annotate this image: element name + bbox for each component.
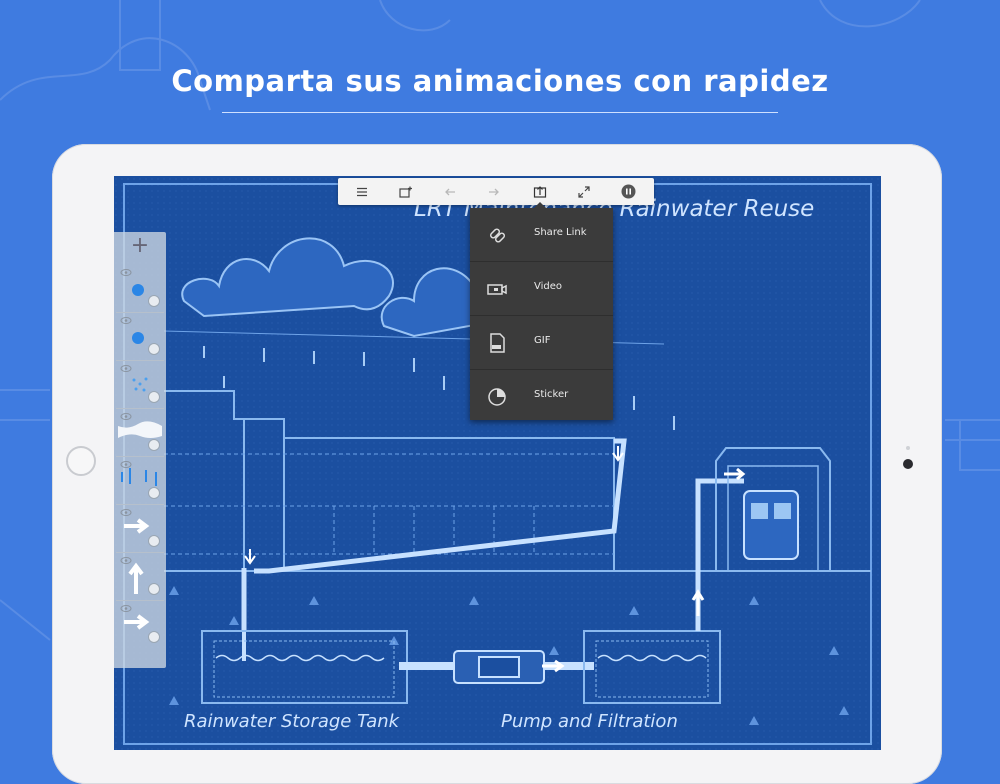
layer-type-icon: [148, 295, 160, 307]
gif-label: GIF: [534, 335, 551, 346]
layer-type-icon: [148, 583, 160, 595]
layer-item[interactable]: [116, 410, 164, 457]
redo-button[interactable]: [474, 178, 514, 205]
tablet-camera: [903, 459, 913, 469]
layer-item[interactable]: [116, 506, 164, 553]
layer-type-icon: [148, 391, 160, 403]
sticker-label: Sticker: [534, 389, 569, 400]
layer-type-icon: [148, 631, 160, 643]
share-link-label: Share Link: [534, 227, 587, 238]
label-storage-tank: Rainwater Storage Tank: [184, 711, 401, 732]
add-frame-button[interactable]: [386, 178, 426, 205]
layer-item[interactable]: [116, 362, 164, 409]
eye-icon[interactable]: [120, 509, 132, 516]
headline: Comparta sus animaciones con rapidez: [171, 64, 829, 98]
menu-button[interactable]: [342, 178, 382, 205]
layer-item[interactable]: [116, 458, 164, 505]
share-menu: Share Link Video GIF Sticker: [470, 202, 613, 423]
layer-item[interactable]: [116, 314, 164, 361]
share-icon: [533, 186, 547, 198]
eye-icon[interactable]: [120, 269, 132, 276]
layer-type-icon: [148, 487, 160, 499]
layer-item[interactable]: [116, 554, 164, 601]
pause-icon: [621, 184, 635, 199]
layer-type-icon: [148, 439, 160, 451]
layers-panel: +: [114, 232, 166, 668]
redo-icon: [489, 188, 499, 195]
headline-divider: [222, 112, 778, 113]
share-link-item[interactable]: Share Link: [470, 208, 613, 262]
eye-icon[interactable]: [120, 365, 132, 372]
gif-item[interactable]: GIF: [470, 316, 613, 370]
add-frame-icon: [399, 186, 412, 198]
fullscreen-icon: [578, 185, 590, 198]
share-button[interactable]: [520, 178, 560, 205]
link-icon: [489, 228, 506, 243]
pause-button[interactable]: [608, 178, 648, 205]
sticker-icon: [488, 388, 506, 406]
eye-icon[interactable]: [120, 413, 132, 420]
undo-button[interactable]: [430, 178, 470, 205]
tablet-sensor: [906, 446, 910, 450]
layer-type-icon: [148, 343, 160, 355]
label-pump-filtration: Pump and Filtration: [501, 711, 678, 732]
menu-icon: [357, 187, 367, 196]
video-item[interactable]: Video: [470, 262, 613, 316]
eye-icon[interactable]: [120, 317, 132, 324]
toolbar: [338, 178, 654, 205]
app-screen: LRT Maintenance Rainwater Reuse Rainwate…: [114, 176, 881, 750]
layer-item[interactable]: [116, 602, 164, 648]
layer-item[interactable]: [116, 266, 164, 313]
eye-icon[interactable]: [120, 605, 132, 612]
layer-type-icon: [148, 535, 160, 547]
sticker-item[interactable]: Sticker: [470, 370, 613, 423]
undo-icon: [445, 188, 455, 195]
home-button: [66, 446, 96, 476]
eye-icon[interactable]: [120, 557, 132, 564]
eye-icon[interactable]: [120, 461, 132, 468]
fullscreen-button[interactable]: [564, 178, 604, 205]
video-label: Video: [534, 281, 563, 292]
gif-file-icon: [490, 333, 505, 353]
video-icon: [487, 284, 507, 295]
add-layer-button[interactable]: +: [130, 235, 150, 257]
